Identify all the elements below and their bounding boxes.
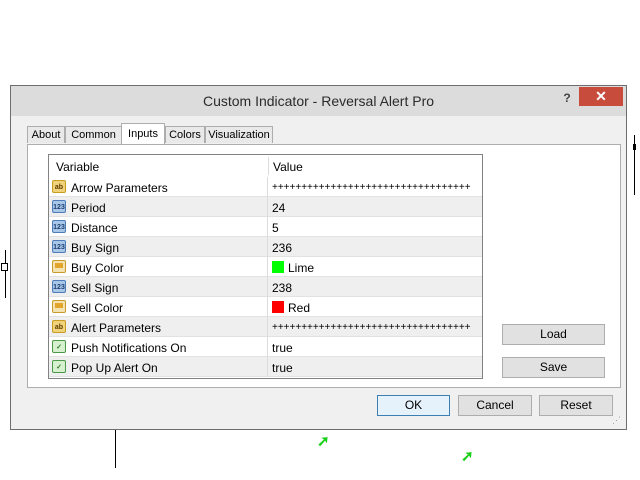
value-cell[interactable]: 236 — [268, 237, 482, 257]
value-text: true — [272, 361, 293, 375]
load-button[interactable]: Load — [502, 324, 605, 345]
color-icon — [52, 260, 66, 273]
variable-cell[interactable]: Sell Color — [49, 297, 268, 317]
buy-arrow-icon: ➚ — [317, 433, 330, 450]
variable-cell[interactable]: 123 Buy Sign — [49, 237, 268, 257]
variable-cell[interactable]: ab Arrow Parameters — [49, 177, 268, 197]
value-cell[interactable]: 24 — [268, 197, 482, 217]
value-text: 24 — [272, 201, 286, 215]
chart-candle-bottom — [115, 430, 116, 468]
variable-cell[interactable]: 123 Period — [49, 197, 268, 217]
table-row[interactable]: 123 Distance 5 — [49, 217, 482, 237]
ok-button[interactable]: OK — [377, 395, 450, 416]
123-number-icon: 123 — [52, 220, 66, 233]
title-bar[interactable]: Custom Indicator - Reversal Alert Pro ? … — [11, 86, 626, 116]
tab-visualization[interactable]: Visualization — [205, 126, 273, 143]
cancel-button[interactable]: Cancel — [458, 395, 532, 416]
color-swatch — [272, 261, 284, 273]
chart-candle-right-body — [633, 144, 636, 150]
123-number-icon: 123 — [52, 280, 66, 293]
help-button[interactable]: ? — [557, 89, 577, 107]
reset-button[interactable]: Reset — [539, 395, 613, 416]
tab-about[interactable]: About — [27, 126, 65, 143]
table-row[interactable]: ✓ Pop Up Alert On true — [49, 357, 482, 377]
chart-candle-left — [5, 250, 6, 298]
value-cell[interactable]: ++++++++++++++++++++++++++++++++++ — [268, 177, 482, 197]
variable-cell[interactable]: 123 Distance — [49, 217, 268, 237]
table-row[interactable]: Sell Color Red — [49, 297, 482, 317]
save-button[interactable]: Save — [502, 357, 605, 378]
value-text: Red — [288, 301, 311, 315]
variable-cell[interactable]: ✓ Pop Up Alert On — [49, 357, 268, 377]
variable-cell[interactable]: ✓ Push Notifications On — [49, 337, 268, 357]
variable-cell[interactable]: Buy Color — [49, 257, 268, 277]
value-cell[interactable]: ++++++++++++++++++++++++++++++++++ — [268, 317, 482, 337]
column-header-value[interactable]: Value — [273, 160, 303, 174]
ab-string-icon: ab — [52, 180, 66, 193]
value-cell[interactable]: 5 — [268, 217, 482, 237]
variable-cell[interactable]: 123 Sell Sign — [49, 277, 268, 297]
variable-name: Buy Color — [71, 261, 124, 275]
close-button[interactable]: ✕ — [579, 87, 623, 106]
variable-name: Period — [71, 201, 106, 215]
value-text: true — [272, 341, 293, 355]
dialog-title: Custom Indicator - Reversal Alert Pro — [202, 93, 435, 109]
value-cell[interactable]: 238 — [268, 277, 482, 297]
resize-grip-icon[interactable]: ⋰ — [612, 415, 624, 427]
column-header-variable[interactable]: Variable — [56, 160, 99, 174]
chart-candle-left-body — [1, 263, 8, 271]
column-divider[interactable] — [268, 157, 269, 175]
variable-cell[interactable]: ab Alert Parameters — [49, 317, 268, 337]
grid-header: Variable Value — [49, 155, 482, 177]
value-text: 5 — [272, 221, 279, 235]
table-row[interactable]: 123 Period 24 — [49, 197, 482, 217]
variable-name: Sell Color — [71, 301, 124, 315]
buy-arrow-icon: ➚ — [461, 448, 474, 465]
value-text: ++++++++++++++++++++++++++++++++++ — [272, 182, 471, 193]
bool-icon: ✓ — [52, 360, 66, 373]
bool-icon: ✓ — [52, 340, 66, 353]
123-number-icon: 123 — [52, 200, 66, 213]
table-row[interactable]: 123 Buy Sign 236 — [49, 237, 482, 257]
123-number-icon: 123 — [52, 240, 66, 253]
value-text: 236 — [272, 241, 293, 255]
variable-name: Distance — [71, 221, 118, 235]
value-cell[interactable]: Lime — [268, 257, 482, 277]
ab-string-icon: ab — [52, 320, 66, 333]
tab-colors[interactable]: Colors — [165, 126, 205, 143]
tab-inputs[interactable]: Inputs — [121, 123, 165, 144]
variable-name: Arrow Parameters — [71, 181, 168, 195]
value-text: Lime — [288, 261, 315, 275]
table-row[interactable]: ✓ Push Notifications On true — [49, 337, 482, 357]
variable-name: Sell Sign — [71, 281, 119, 295]
inputs-panel: Variable Value ab Arrow Parameters +++++… — [27, 144, 621, 388]
variable-name: Pop Up Alert On — [71, 361, 158, 375]
value-cell[interactable]: true — [268, 337, 482, 357]
tab-common[interactable]: Common — [65, 126, 122, 143]
variable-name: Alert Parameters — [71, 321, 162, 335]
table-row[interactable]: ab Alert Parameters ++++++++++++++++++++… — [49, 317, 482, 337]
table-row[interactable]: Buy Color Lime — [49, 257, 482, 277]
inputs-grid: Variable Value ab Arrow Parameters +++++… — [48, 154, 483, 379]
value-cell[interactable]: true — [268, 357, 482, 377]
color-swatch — [272, 301, 284, 313]
custom-indicator-dialog: Custom Indicator - Reversal Alert Pro ? … — [10, 85, 627, 430]
color-icon — [52, 300, 66, 313]
table-row[interactable]: ab Arrow Parameters ++++++++++++++++++++… — [49, 177, 482, 197]
variable-name: Push Notifications On — [71, 341, 187, 355]
value-text: 238 — [272, 281, 293, 295]
table-row[interactable]: 123 Sell Sign 238 — [49, 277, 482, 297]
variable-name: Buy Sign — [71, 241, 120, 255]
value-text: ++++++++++++++++++++++++++++++++++ — [272, 322, 471, 333]
value-cell[interactable]: Red — [268, 297, 482, 317]
